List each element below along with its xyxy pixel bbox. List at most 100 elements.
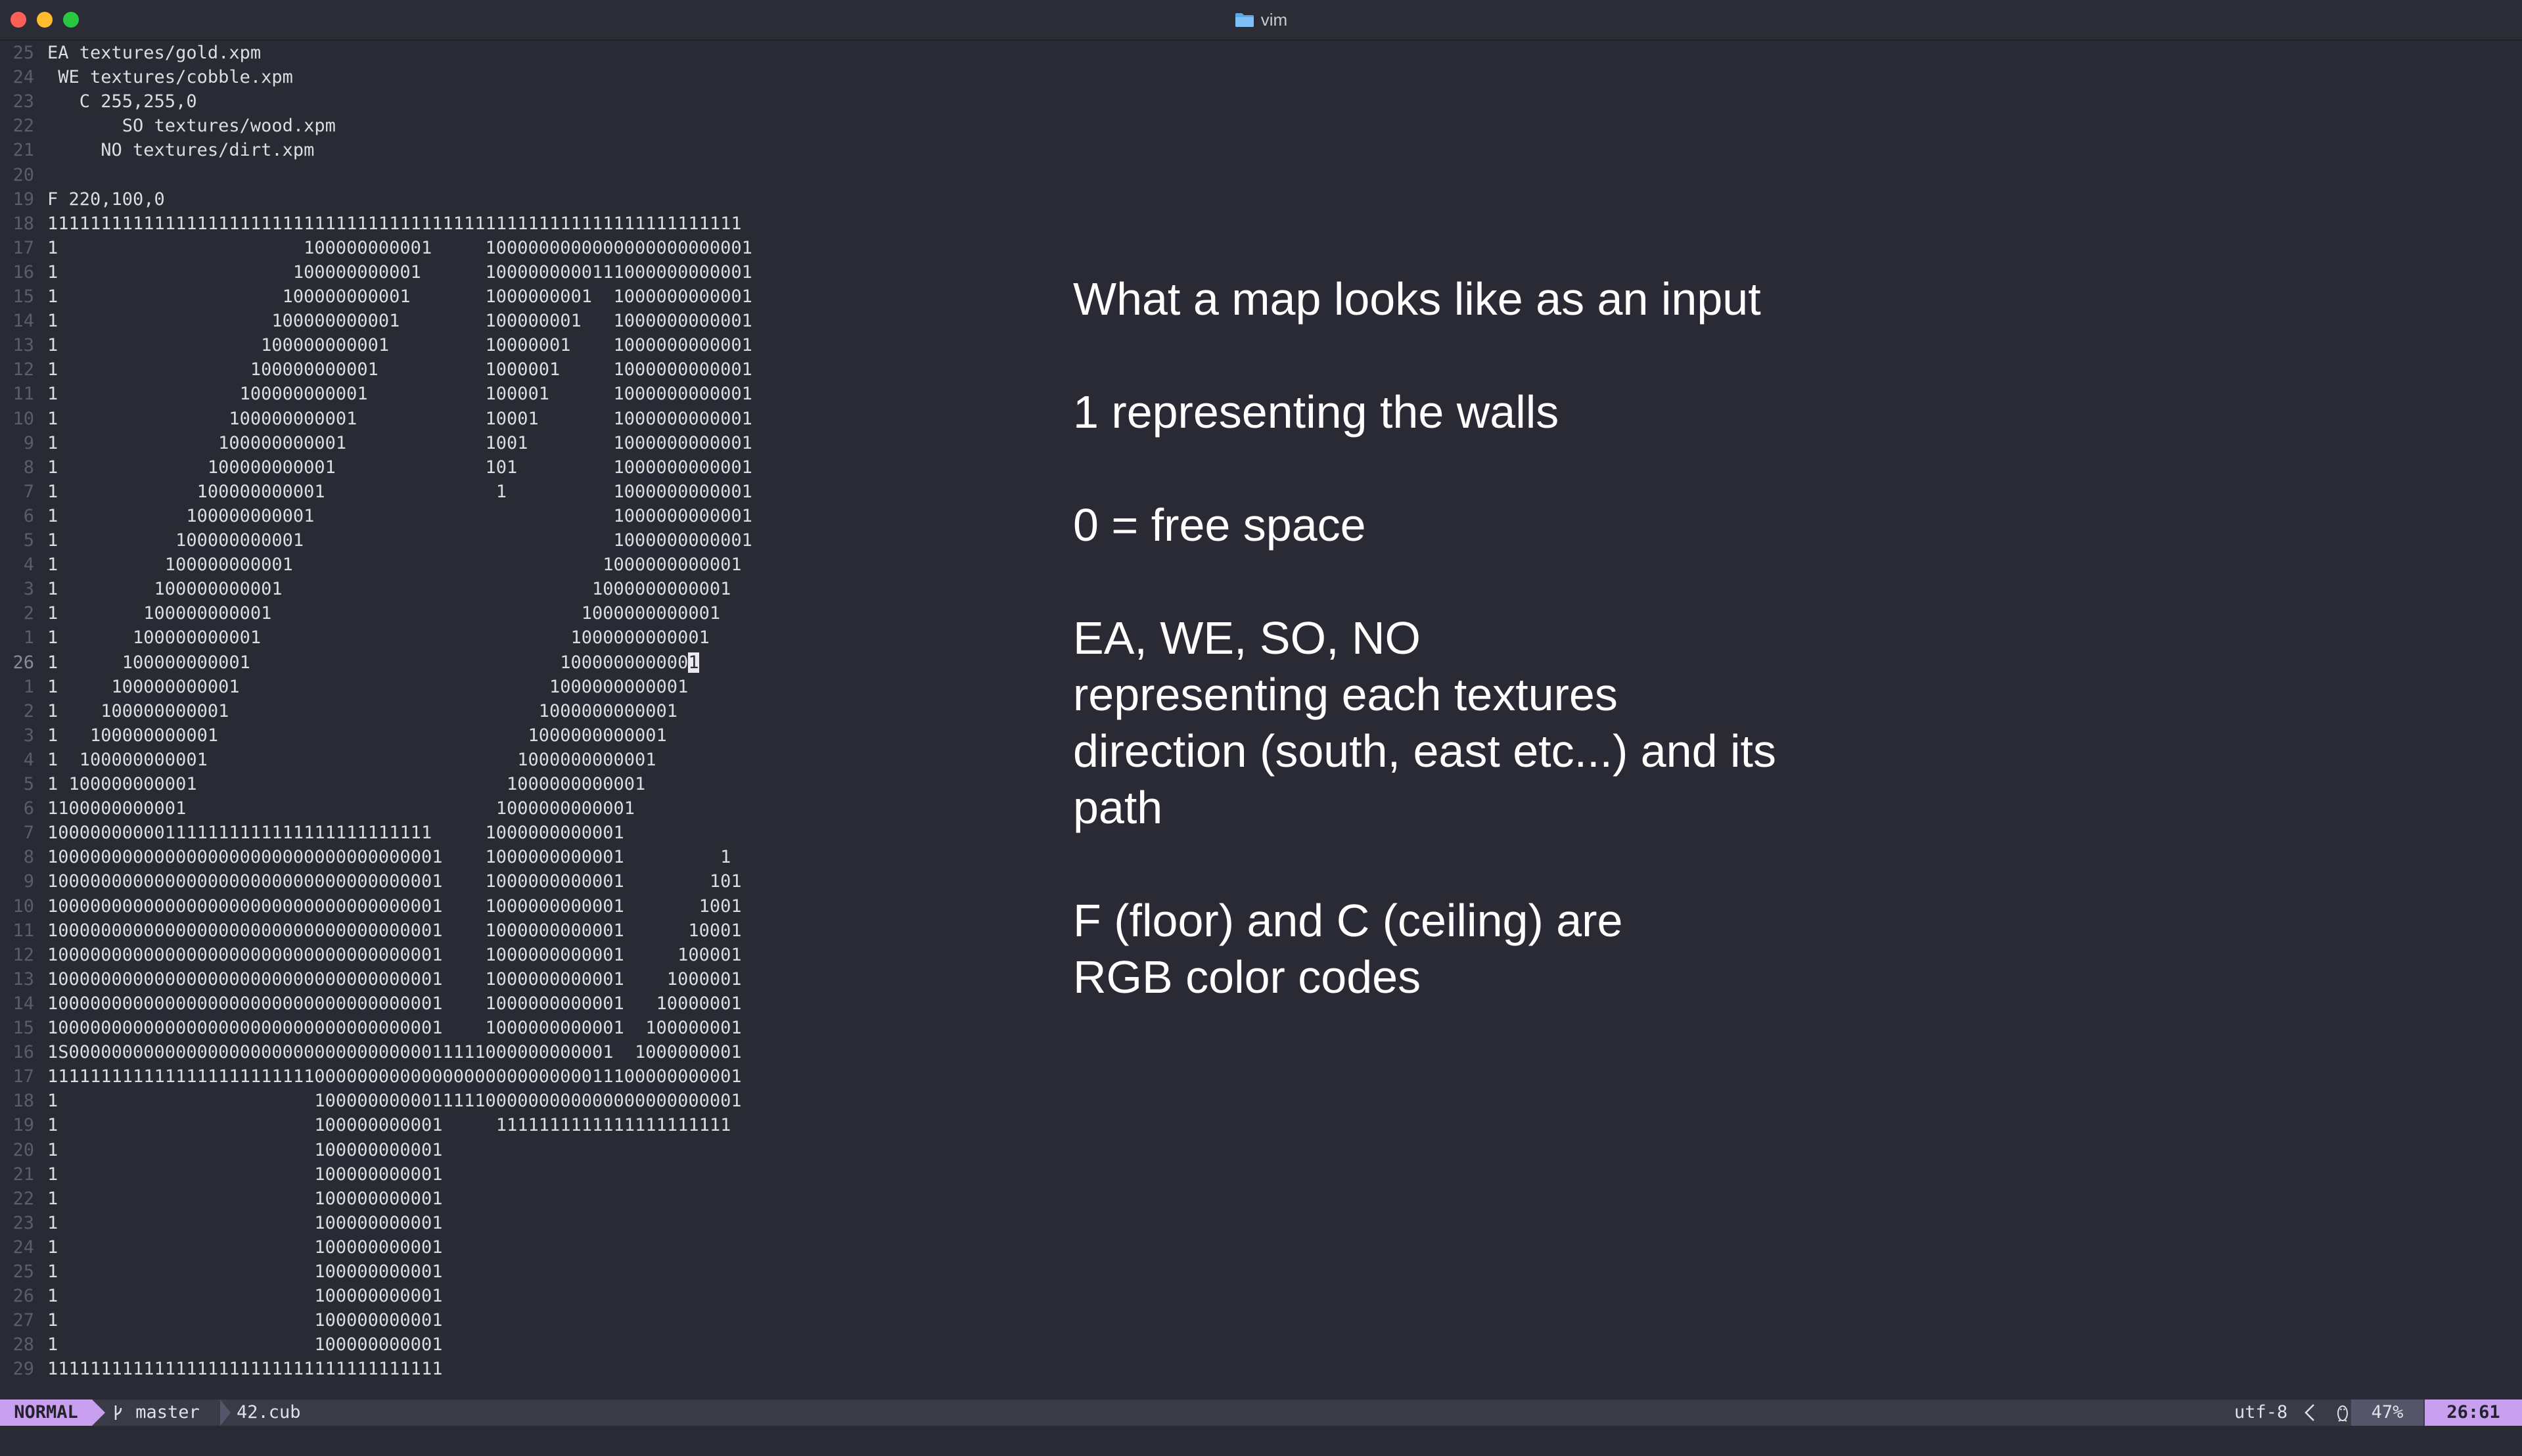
line-text: 1000000000000000000000000000000000001 10… — [47, 847, 731, 868]
line-number: 3 — [23, 725, 34, 746]
line-text: 1 100000000001 — [47, 1164, 443, 1185]
line-number: 13 — [12, 968, 34, 990]
line-text: 1000000000000000000000000000000000001 10… — [47, 993, 742, 1014]
line-text: 1 100000000001 10000001 1000000000001 — [47, 335, 752, 356]
line-text: 1 100000000001 1000000000001 — [47, 555, 742, 576]
line-text: 1 100000000001 1000000001 1000000000001 — [47, 286, 752, 307]
note-textures: EA, WE, SO, NO representing each texture… — [1073, 610, 1927, 836]
chevron-left-icon — [2304, 1404, 2314, 1421]
line-number: 10 — [12, 896, 34, 917]
line-text: EA textures/gold.xpm — [47, 43, 262, 63]
line-number: 8 — [23, 457, 34, 478]
line-text: F 220,100,0 — [47, 189, 165, 210]
note-textures-line-3: direction (south, east etc...) and its — [1073, 725, 1776, 777]
branch-separator — [220, 1399, 231, 1426]
line-text: 1 100000000001 101 1000000000001 — [47, 457, 752, 478]
line-text: 1 100000000001 1000000000001 — [47, 530, 752, 551]
status-line: NORMAL master 42.cub utf-8 47% 26:61 — [0, 1399, 2522, 1426]
line-text: 1 100000000001 10001 1000000000001 — [47, 408, 752, 429]
line-number: 17 — [12, 237, 34, 258]
line-number: 16 — [12, 1042, 34, 1063]
line-text: 1000000000000000000000000000000000001 10… — [47, 1018, 742, 1038]
note-colors: F (floor) and C (ceiling) are RGB color … — [1073, 892, 1927, 1005]
line-number: 24 — [12, 1237, 34, 1258]
title-bar: vim — [0, 0, 2522, 41]
note-colors-line-2: RGB color codes — [1073, 951, 1421, 1003]
line-number: 15 — [12, 1018, 34, 1038]
line-number: 2 — [23, 603, 34, 624]
line-number: 28 — [12, 1334, 34, 1355]
line-text: 1 100000000001 1000000000001 — [47, 627, 710, 648]
git-branch-name: master — [135, 1402, 200, 1422]
file-name: 42.cub — [237, 1402, 301, 1422]
line-number: 11 — [12, 920, 34, 941]
line-number: 24 — [12, 67, 34, 88]
line-number: 23 — [12, 1212, 34, 1233]
line-text: 1111111111111111111111111111111111111 — [47, 1359, 443, 1380]
line-number: 21 — [12, 1164, 34, 1185]
text-cursor: 1 — [688, 652, 699, 673]
line-number: 5 — [23, 774, 34, 794]
line-text: 1 100000000001 1000000000001 — [47, 579, 731, 600]
line-text-before-cursor: 1 100000000001 100000000000 — [47, 652, 689, 673]
line-number: 16 — [12, 262, 34, 283]
line-number: 13 — [12, 335, 34, 356]
note-free-space: 0 = free space — [1073, 499, 1366, 551]
line-number: 6 — [23, 798, 34, 819]
note-colors-line-1: F (floor) and C (ceiling) are — [1073, 895, 1623, 946]
mode-separator — [92, 1399, 105, 1426]
line-text: 1 100000000001 1000000000001 — [47, 505, 752, 526]
line-text: 1 100000000001 — [47, 1334, 443, 1355]
git-branch: master — [112, 1399, 200, 1426]
line-number: 9 — [23, 871, 34, 892]
line-text: 1111111111111111111111111111111111111111… — [47, 213, 742, 234]
line-number: 3 — [23, 579, 34, 600]
line-number: 27 — [12, 1310, 34, 1331]
line-number: 18 — [12, 213, 34, 234]
line-text: NO textures/dirt.xpm — [47, 140, 315, 161]
line-text: 1100000000001 1000000000001 — [47, 798, 635, 819]
line-number: 22 — [12, 1188, 34, 1209]
line-text: 1 100000000001 100001 1000000000001 — [47, 384, 752, 405]
line-number: 8 — [23, 847, 34, 868]
line-text: 1 100000000001 100000001 1000000000001 — [47, 311, 752, 332]
line-number: 5 — [23, 530, 34, 551]
line-text: 1 100000000001 1000000000001 — [47, 700, 678, 721]
line-text: 1 100000000001 — [47, 1310, 443, 1331]
note-textures-line-2: representing each textures — [1073, 669, 1618, 720]
note-textures-line-4: path — [1073, 782, 1163, 833]
line-number: 7 — [23, 481, 34, 502]
line-text: 1 100000000001 — [47, 1139, 443, 1160]
line-number: 25 — [12, 1262, 34, 1282]
cursor-position: 26:61 — [2425, 1399, 2522, 1426]
line-number: 9 — [23, 432, 34, 453]
command-line[interactable] — [0, 1426, 2522, 1456]
line-text: 1 100000000001 1000000000001 — [47, 676, 689, 697]
line-text: 1 100000000001 1000000000001 — [47, 650, 699, 675]
line-number: 1 — [23, 676, 34, 697]
line-text: SO textures/wood.xpm — [47, 116, 336, 137]
folder-icon — [1235, 13, 1254, 27]
line-text: 1 100000000001 — [47, 1286, 443, 1307]
line-text: 1000000000000000000000000000000000001 10… — [47, 896, 742, 917]
line-text: 1S00000000000000000000000000000000001111… — [47, 1042, 742, 1063]
encoding-label: utf-8 — [2234, 1402, 2288, 1422]
line-text: 1 100000000001 — [47, 1188, 443, 1209]
line-number: 10 — [12, 408, 34, 429]
line-number: 14 — [12, 311, 34, 332]
line-number: 17 — [12, 1066, 34, 1087]
line-number: 26 — [12, 652, 34, 673]
line-text: C 255,255,0 — [47, 91, 197, 112]
line-text: 1 100000000001 1000000000001 — [47, 725, 667, 746]
line-number: 6 — [23, 505, 34, 526]
line-text: 1 100000000001 1000000000111000000000001 — [47, 262, 752, 283]
line-number: 11 — [12, 384, 34, 405]
line-text: 1 100000000001 1 1000000000001 — [47, 481, 752, 502]
linux-penguin-icon — [2337, 1405, 2348, 1422]
line-text: 1 100000000001 1000000000001 — [47, 749, 656, 770]
line-number: 12 — [12, 359, 34, 380]
line-number: 29 — [12, 1359, 34, 1380]
git-branch-icon — [114, 1405, 122, 1420]
line-text: 1000000000000000000000000000000000001 10… — [47, 968, 742, 990]
line-number: 4 — [23, 749, 34, 770]
